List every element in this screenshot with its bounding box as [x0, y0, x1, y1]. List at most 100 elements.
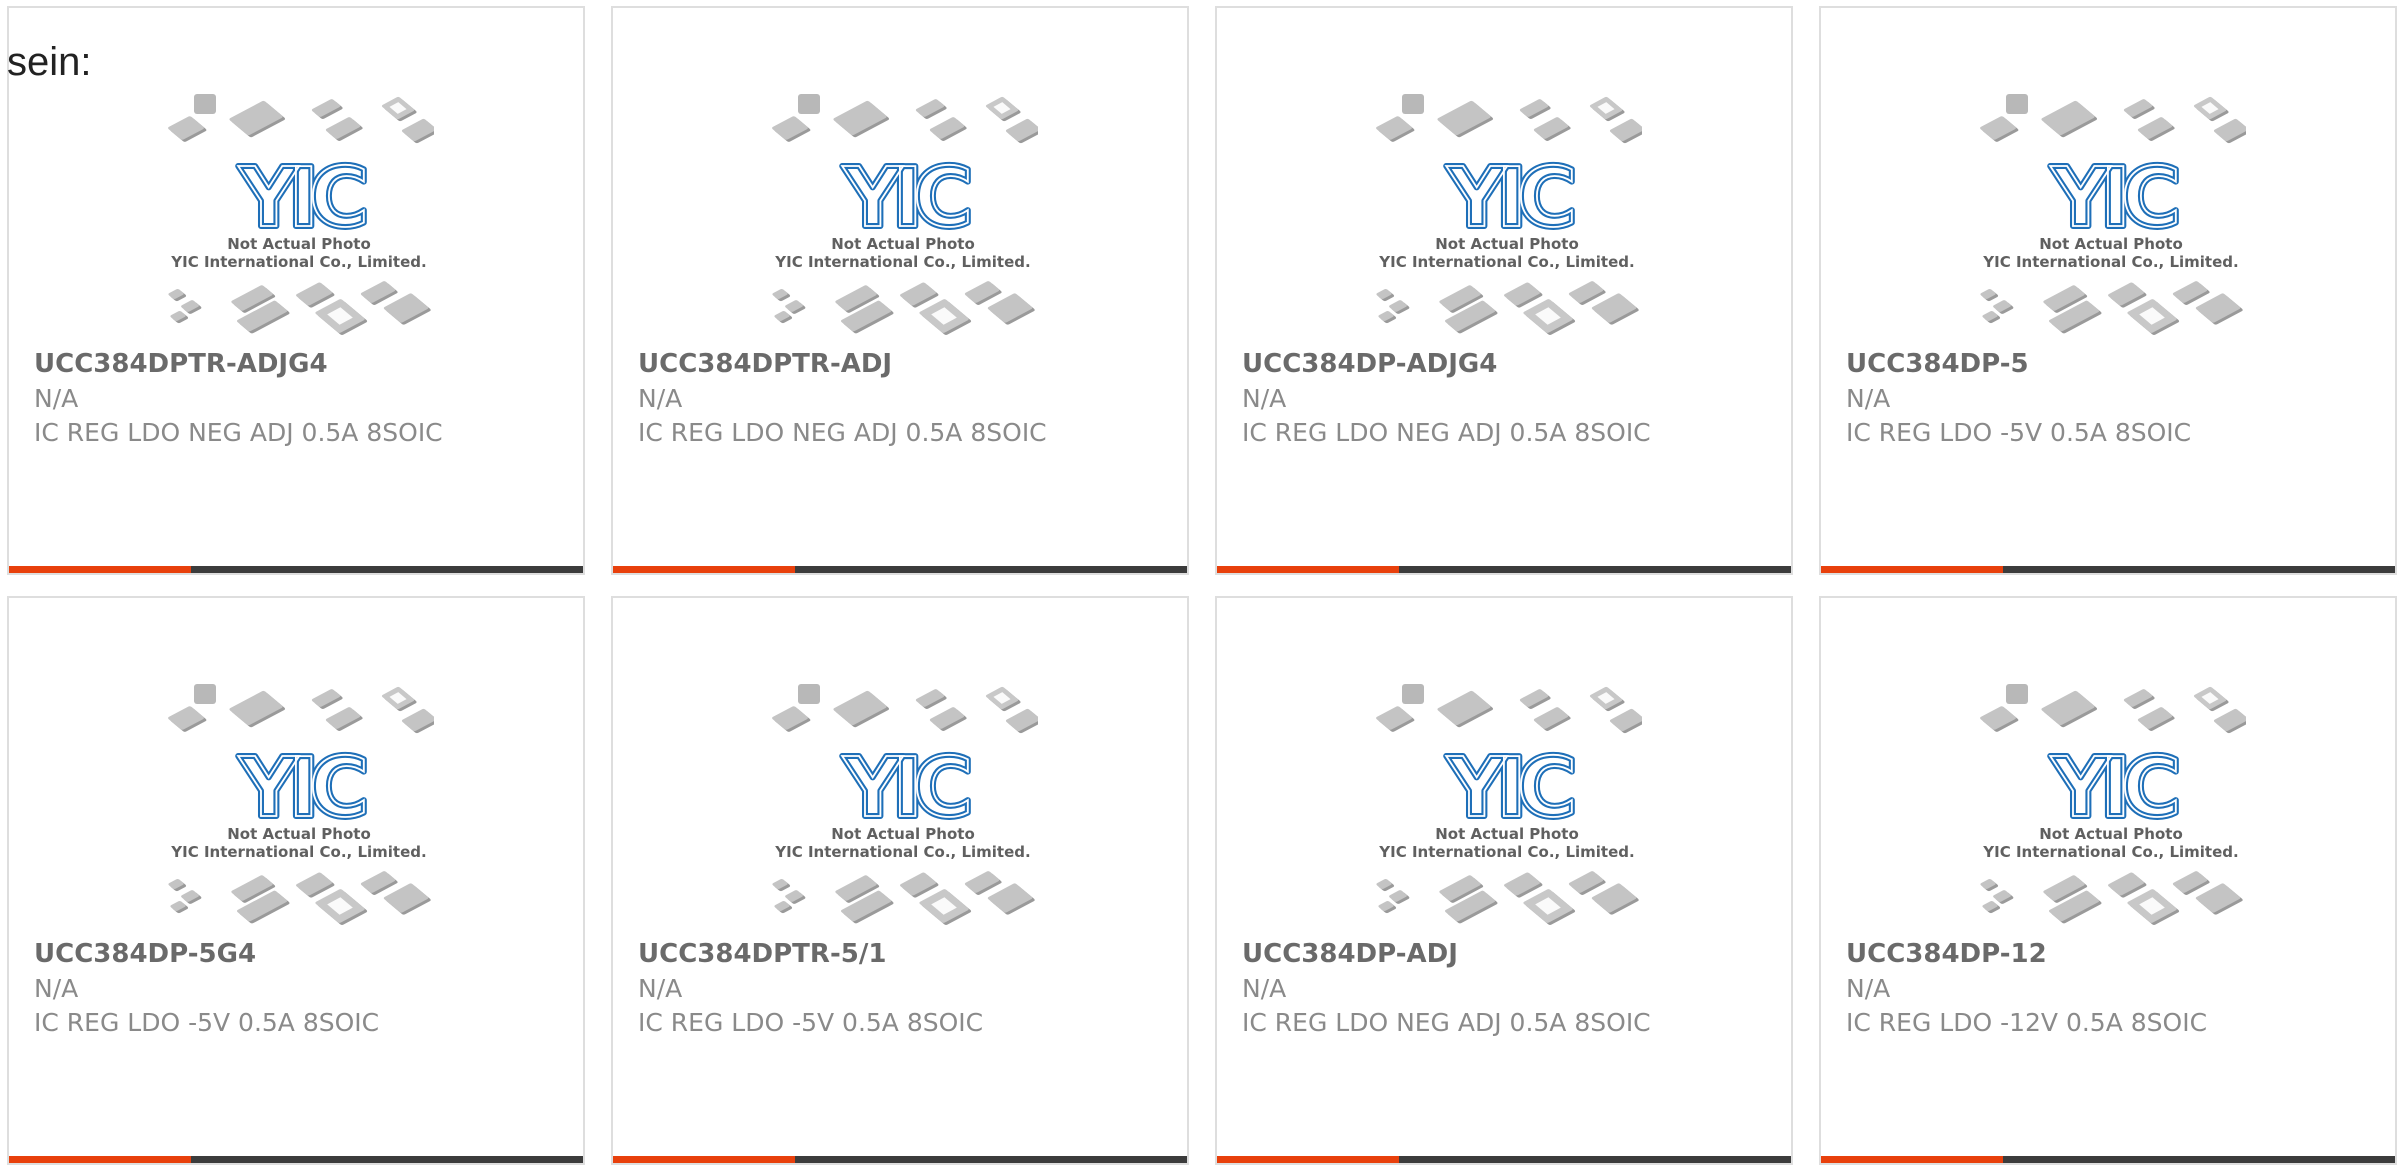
product-image[interactable]: YIC YIC Not Actual Photo YIC International … [164, 684, 434, 936]
product-image[interactable]: YIC YIC Not Actual Photo YIC International … [768, 684, 1038, 936]
placeholder-line-2: YIC International Co., Limited. [1378, 843, 1634, 861]
product-card[interactable]: YIC YIC Not Actual Photo YIC International … [7, 596, 585, 1165]
product-card[interactable]: YIC YIC Not Actual Photo YIC International … [611, 596, 1189, 1165]
chip-icon [311, 689, 343, 709]
chip-icon [900, 282, 939, 308]
bga-chip-icon [833, 100, 890, 138]
product-part-number[interactable]: UCC384DP-12 [1846, 937, 2047, 971]
product-card[interactable]: YIC YIC Not Actual Photo YIC International … [1819, 6, 2397, 575]
product-grid: YIC YIC Not Actual Photo YIC International … [7, 6, 2400, 1165]
card-accent-bar [9, 1156, 191, 1163]
product-image[interactable]: YIC YIC Not Actual Photo YIC International … [1976, 94, 2246, 346]
product-description: IC REG LDO -5V 0.5A 8SOIC [34, 1008, 380, 1037]
card-accent-bar [613, 566, 795, 573]
product-description: IC REG LDO NEG ADJ 0.5A 8SOIC [1242, 1008, 1651, 1037]
product-card[interactable]: YIC YIC Not Actual Photo YIC International … [7, 6, 585, 575]
product-card[interactable]: YIC YIC Not Actual Photo YIC International … [1215, 6, 1793, 575]
chip-icon [2213, 119, 2246, 144]
product-part-number[interactable]: UCC384DP-ADJG4 [1242, 347, 1497, 381]
placeholder-line-2: YIC International Co., Limited. [1982, 253, 2238, 271]
qfn-chip-icon [1523, 889, 1576, 925]
bga-chip-icon [1591, 293, 1639, 325]
chip-icon [168, 706, 207, 732]
chip-icon [325, 117, 363, 141]
qfn-chip-icon [2127, 299, 2180, 335]
chip-icon [1005, 119, 1038, 144]
chip-icon [1378, 311, 1397, 324]
chip-icon [181, 890, 202, 904]
card-accent-bar [1821, 566, 2003, 573]
product-image[interactable]: YIC YIC Not Actual Photo YIC International … [768, 94, 1038, 346]
ic-package-icon [1402, 684, 1424, 704]
card-accent-bar [1821, 1156, 2003, 1163]
qfn-chip-icon [1589, 97, 1625, 122]
chip-icon [1378, 901, 1397, 914]
chip-icon [1504, 872, 1543, 898]
product-part-number[interactable]: UCC384DPTR-ADJ [638, 347, 892, 381]
ic-package-icon [798, 94, 820, 114]
placeholder-line-2: YIC International Co., Limited. [1378, 253, 1634, 271]
bga-chip-icon [987, 883, 1035, 915]
qfn-chip-icon [315, 299, 368, 335]
chip-icon [2172, 281, 2210, 305]
card-accent-bar [613, 1156, 795, 1163]
bga-chip-icon [2041, 100, 2098, 138]
chip-icon [772, 289, 791, 302]
placeholder-line-2: YIC International Co., Limited. [170, 843, 426, 861]
chip-icon [168, 116, 207, 142]
bga-chip-icon [383, 883, 431, 915]
product-part-number[interactable]: UCC384DP-ADJ [1242, 937, 1458, 971]
chip-icon [170, 311, 189, 324]
product-description: IC REG LDO NEG ADJ 0.5A 8SOIC [638, 418, 1047, 447]
placeholder-line-1: Not Actual Photo [1435, 825, 1579, 843]
product-card[interactable]: YIC YIC Not Actual Photo YIC International … [1819, 596, 2397, 1165]
product-description: IC REG LDO -12V 0.5A 8SOIC [1846, 1008, 2208, 1037]
bga-chip-icon [2041, 690, 2098, 728]
card-footer-bar [1217, 566, 1791, 573]
product-part-number[interactable]: UCC384DP-5 [1846, 347, 2029, 381]
bga-chip-icon [229, 690, 286, 728]
product-manufacturer: N/A [34, 384, 79, 413]
yic-logo-inner-line: YIC [238, 741, 364, 836]
chip-icon [1609, 119, 1642, 144]
product-image[interactable]: YIC YIC Not Actual Photo YIC International … [1372, 94, 1642, 346]
product-image[interactable]: YIC YIC Not Actual Photo YIC International … [1372, 684, 1642, 936]
chip-icon [2123, 99, 2155, 119]
card-footer-bar [1821, 1156, 2395, 1163]
product-part-number[interactable]: UCC384DPTR-ADJG4 [34, 347, 328, 381]
chip-icon [296, 282, 335, 308]
ic-package-icon [2006, 684, 2028, 704]
chip-icon [1993, 890, 2014, 904]
qfn-chip-icon [381, 97, 417, 122]
product-description: IC REG LDO -5V 0.5A 8SOIC [638, 1008, 984, 1037]
placeholder-line-2: YIC International Co., Limited. [1982, 843, 2238, 861]
product-card[interactable]: YIC YIC Not Actual Photo YIC International … [1215, 596, 1793, 1165]
bga-chip-icon [1437, 100, 1494, 138]
product-card[interactable]: YIC YIC Not Actual Photo YIC International … [611, 6, 1189, 575]
chip-icon [1609, 709, 1642, 734]
chip-icon [929, 117, 967, 141]
qfn-chip-icon [985, 97, 1021, 122]
chip-icon [1568, 871, 1606, 895]
chip-icon [964, 871, 1002, 895]
chip-icon [2108, 282, 2147, 308]
chip-icon [1504, 282, 1543, 308]
chip-icon [915, 99, 947, 119]
card-accent-bar [1217, 566, 1399, 573]
product-part-number[interactable]: UCC384DP-5G4 [34, 937, 256, 971]
bga-chip-icon [1437, 690, 1494, 728]
product-image[interactable]: YIC YIC Not Actual Photo YIC International … [164, 94, 434, 346]
chip-icon [296, 872, 335, 898]
product-manufacturer: N/A [638, 974, 683, 1003]
qfn-chip-icon [2193, 97, 2229, 122]
chip-icon [774, 311, 793, 324]
chip-icon [360, 871, 398, 895]
chip-icon [1376, 706, 1415, 732]
chip-icon [170, 901, 189, 914]
product-part-number[interactable]: UCC384DPTR-5/1 [638, 937, 886, 971]
chip-icon [401, 119, 434, 144]
chip-icon [1389, 300, 1410, 314]
bga-chip-icon [833, 690, 890, 728]
qfn-chip-icon [1589, 687, 1625, 712]
product-image[interactable]: YIC YIC Not Actual Photo YIC International … [1976, 684, 2246, 936]
